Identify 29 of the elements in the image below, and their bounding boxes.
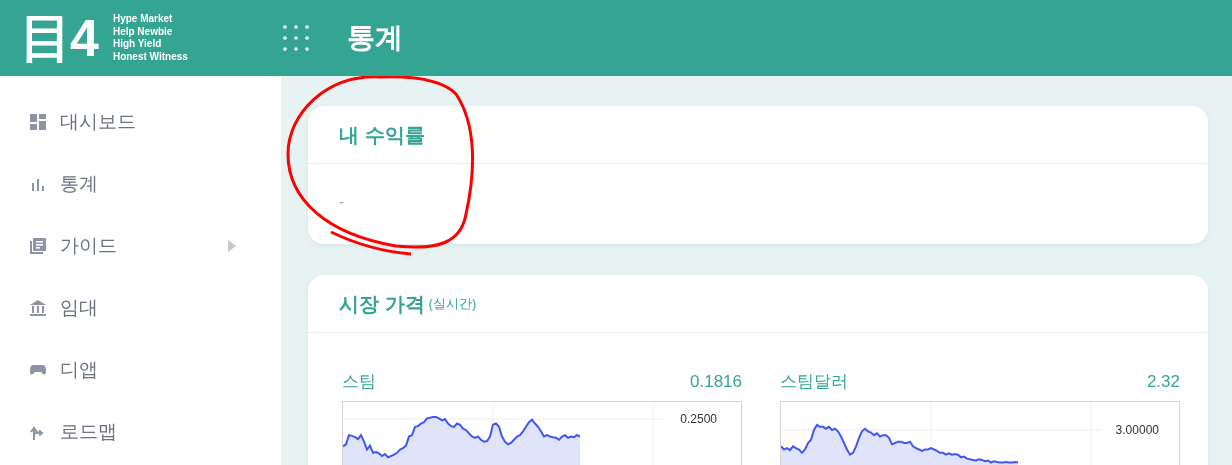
logo[interactable]: 目4	[20, 12, 97, 64]
gamepad-icon	[30, 362, 46, 378]
realtime-note: (실시간)	[428, 294, 477, 313]
page-title: 통계	[346, 21, 403, 55]
bank-icon	[30, 300, 46, 316]
slogan-line: Hype Market	[112, 13, 174, 26]
profit-value: -	[339, 193, 344, 210]
sidebar-item[interactable]: 임대	[0, 277, 281, 339]
card-title: 시장 가격	[339, 291, 425, 317]
slogan-line: Honest Witness	[112, 50, 188, 63]
apps-menu-icon[interactable]	[282, 25, 309, 51]
sidebar-item[interactable]: 디앱	[0, 339, 281, 401]
dashboard-icon	[30, 114, 46, 130]
coin-price: 0.1816	[690, 371, 742, 393]
coin-name: 스팀달러	[780, 371, 848, 393]
coin-price: 2.32	[1146, 371, 1180, 393]
sidebar-item[interactable]: 대시보드	[0, 91, 281, 153]
sidebar-item[interactable]: 로드맵	[0, 401, 281, 463]
coin-name: 스팀	[342, 371, 376, 393]
bar-chart-icon	[30, 176, 46, 192]
axis-tick-label: 3.00000	[1115, 421, 1159, 439]
slogan-line: High Yield	[112, 38, 163, 51]
sidebar-item[interactable]: 통계	[0, 153, 281, 215]
card-title: 내 수익률	[339, 122, 425, 148]
sidebar-item[interactable]: 가이드	[0, 215, 281, 277]
fork-arrow-icon	[30, 424, 46, 440]
slogan-line: Help Newbie	[112, 25, 174, 38]
axis-tick-label: 0.2500	[680, 410, 717, 428]
book-icon	[30, 238, 46, 254]
